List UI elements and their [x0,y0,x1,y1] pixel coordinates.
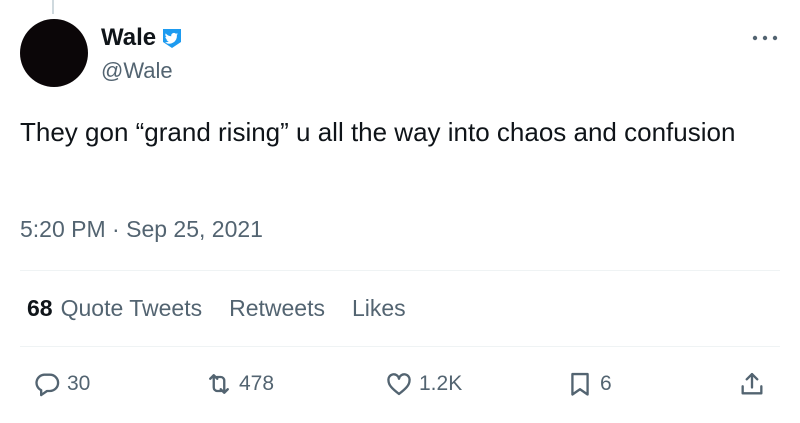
reply-count: 30 [67,372,91,395]
quote-tweets-label: Quote Tweets [60,295,203,321]
tweet-timestamp[interactable]: 5:20 PM · Sep 25, 2021 [20,214,263,244]
heart-icon [387,373,411,396]
tweet-action-bar: 30 478 1.2K 6 [0,362,800,406]
retweet-icon [209,374,229,394]
share-icon [741,372,763,395]
likes-stat[interactable]: Likes [352,293,406,323]
reply-icon [35,373,60,397]
bookmark-button[interactable]: 6 [566,362,612,406]
retweet-button[interactable]: 478 [205,362,274,406]
like-count: 1.2K [419,372,463,395]
timestamp-separator: · [105,216,127,242]
more-options-icon[interactable] [750,28,780,48]
quote-tweets-count: 68 [27,295,53,321]
share-button[interactable] [738,362,766,406]
verified-badge-icon [160,26,184,50]
tweet-text: They gon “grand rising” u all the way in… [20,117,736,147]
likes-label: Likes [351,295,406,321]
reply-button[interactable]: 30 [33,362,90,406]
quote-tweets-stat[interactable]: 68 Quote Tweets [27,293,202,323]
author-display-name[interactable]: Wale [101,23,156,53]
like-button[interactable]: 1.2K [385,362,462,406]
retweet-count: 478 [239,372,275,395]
divider [20,270,780,271]
tweet-date[interactable]: Sep 25, 2021 [126,214,263,244]
author-name-row: Wale [101,23,184,53]
retweets-label: Retweets [229,295,325,321]
retweets-stat[interactable]: Retweets [229,293,325,323]
thread-connector-line [52,0,54,14]
tweet-time[interactable]: 5:20 PM [20,214,106,244]
bookmark-count: 6 [600,372,612,395]
author-handle[interactable]: @Wale [101,57,173,85]
divider [20,346,780,347]
bookmark-icon [571,372,589,396]
engagement-stats: 68 Quote Tweets Retweets Likes [27,293,406,323]
avatar[interactable] [20,19,88,87]
